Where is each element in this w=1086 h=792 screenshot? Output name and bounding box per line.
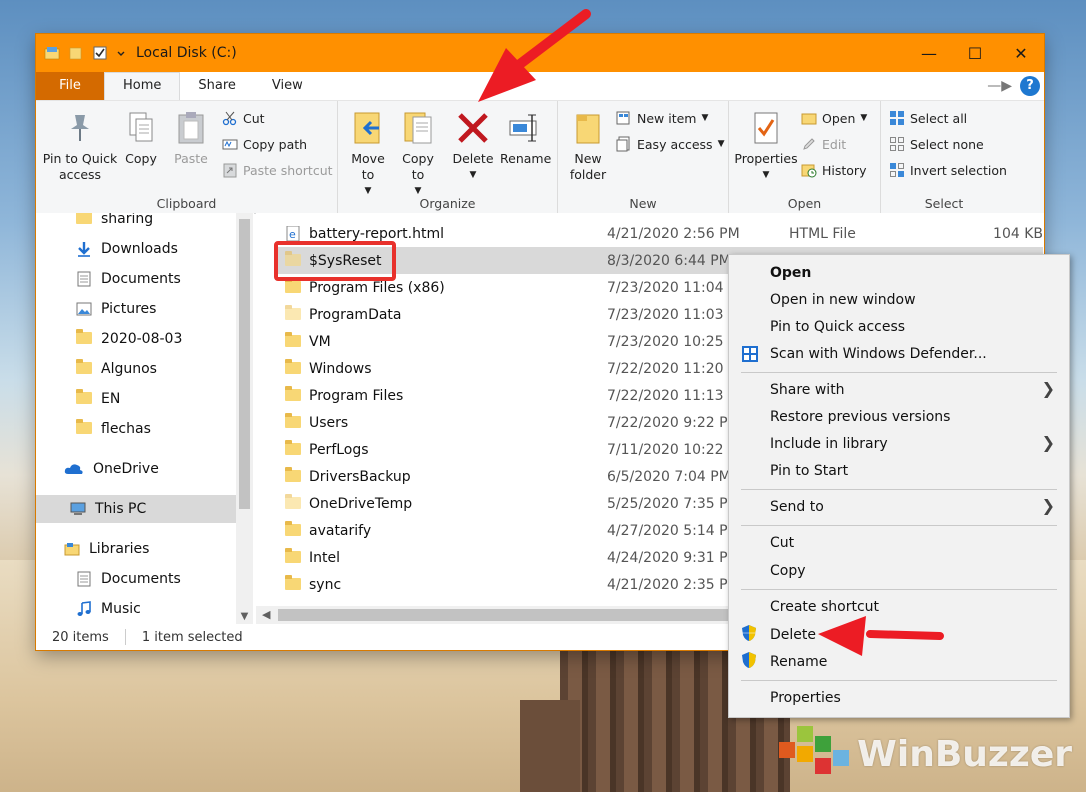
winbuzzer-logo-icon [779,726,850,782]
arrow-to-delete-ribbon [478,9,591,102]
arrow-to-delete-menu [818,616,944,656]
watermark-text: WinBuzzer [857,733,1072,775]
winbuzzer-watermark: WinBuzzer [779,726,1072,782]
annotation-arrows [478,9,944,656]
